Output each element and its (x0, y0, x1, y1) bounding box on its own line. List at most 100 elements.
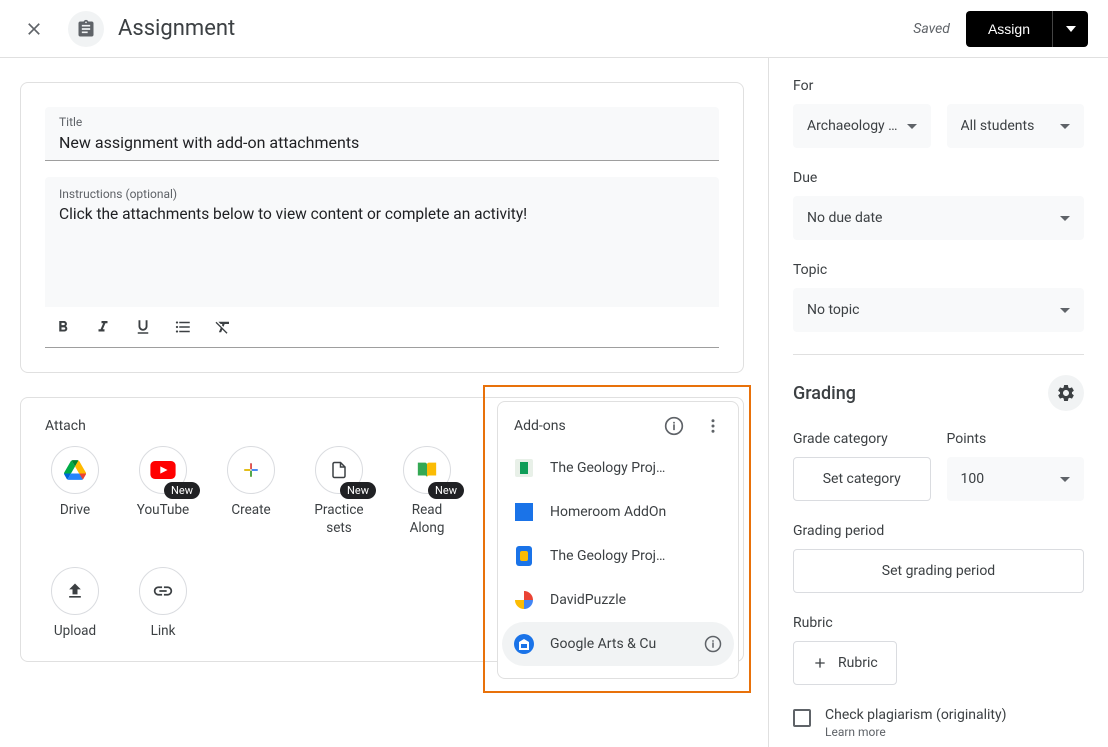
addon-item[interactable]: The Geology Proj… (498, 534, 738, 578)
attach-label: YouTube (137, 502, 189, 520)
sidebar: For Archaeology … All students Due No du… (768, 58, 1108, 747)
plagiarism-checkbox[interactable] (793, 709, 811, 727)
saved-status: Saved (913, 21, 950, 37)
underline-button[interactable] (133, 317, 153, 337)
attach-upload[interactable]: Upload (45, 567, 105, 641)
grade-category-label: Grade category (793, 431, 931, 447)
addon-item[interactable]: Homeroom AddOn (498, 490, 738, 534)
body: Title New assignment with add-on attachm… (0, 58, 1108, 747)
italic-icon (94, 318, 112, 336)
page-title: Assignment (118, 16, 913, 41)
info-icon (704, 635, 722, 653)
close-icon (24, 19, 44, 39)
gear-icon (1056, 383, 1076, 403)
addons-info-button[interactable] (664, 416, 684, 436)
topic-select[interactable]: No topic (793, 288, 1084, 332)
clear-format-icon (214, 318, 232, 336)
addon-icon-arts (514, 634, 534, 654)
rubric-label: Rubric (793, 615, 1084, 631)
rubric-button[interactable]: Rubric (793, 641, 897, 685)
grading-title: Grading (793, 383, 856, 404)
students-select-value: All students (961, 118, 1035, 134)
plagiarism-row: Check plagiarism (originality) Learn mor… (793, 707, 1084, 739)
attach-card: Attach Drive New YouTube (20, 397, 744, 662)
link-icon (152, 585, 174, 597)
bold-icon (54, 318, 72, 336)
underline-icon (134, 318, 152, 336)
set-category-button[interactable]: Set category (793, 457, 931, 501)
upload-icon (65, 581, 85, 601)
attach-label: Drive (60, 502, 90, 520)
addon-item[interactable]: DavidPuzzle (498, 578, 738, 622)
rubric-button-text: Rubric (838, 655, 878, 671)
addon-name: Homeroom AddOn (550, 504, 722, 520)
new-badge: New (164, 482, 200, 499)
bulleted-list-button[interactable] (173, 317, 193, 337)
assignment-icon (68, 11, 104, 47)
close-button[interactable] (20, 15, 48, 43)
addon-name: The Geology Proj… (550, 548, 722, 564)
set-category-text: Set category (823, 471, 901, 487)
attach-label: Read Along (397, 502, 457, 537)
bold-button[interactable] (53, 317, 73, 337)
set-grading-period-button[interactable]: Set grading period (793, 549, 1084, 593)
grading-period-text: Set grading period (882, 563, 995, 579)
attach-label: Upload (54, 623, 96, 641)
attach-practice-sets[interactable]: New Practice sets (309, 446, 369, 537)
attach-create[interactable]: Create (221, 446, 281, 537)
info-icon (664, 416, 684, 436)
learn-more-link[interactable]: Learn more (825, 725, 1006, 739)
practice-sets-icon (330, 459, 348, 481)
addon-name: Google Arts & Cu (550, 636, 688, 652)
class-select-value: Archaeology … (807, 118, 898, 134)
topic-value: No topic (807, 302, 859, 318)
points-select[interactable]: 100 (947, 457, 1085, 501)
caret-down-icon (1060, 477, 1070, 482)
grading-period-label: Grading period (793, 523, 1084, 539)
more-vert-icon (704, 417, 722, 435)
assign-menu-button[interactable] (1052, 11, 1088, 47)
italic-button[interactable] (93, 317, 113, 337)
addons-highlight-box: Add-ons The Geology Proj… (483, 385, 751, 693)
attach-link[interactable]: Link (133, 567, 193, 641)
plagiarism-label: Check plagiarism (originality) (825, 707, 1006, 723)
title-field[interactable]: Title New assignment with add-on attachm… (45, 107, 719, 161)
instructions-field[interactable]: Instructions (optional) Click the attach… (45, 177, 719, 307)
title-value: New assignment with add-on attachments (59, 133, 705, 152)
clear-formatting-button[interactable] (213, 317, 233, 337)
caret-down-icon (1060, 216, 1070, 221)
students-select[interactable]: All students (947, 104, 1085, 148)
attach-grid: Drive New YouTube Create (45, 446, 475, 641)
grading-settings-button[interactable] (1048, 375, 1084, 411)
addons-list[interactable]: The Geology Proj… Homeroom AddOn The Geo… (498, 446, 738, 678)
assign-button[interactable]: Assign (966, 11, 1052, 47)
addon-info-button[interactable] (704, 635, 722, 653)
addons-more-button[interactable] (704, 417, 722, 435)
title-label: Title (59, 115, 705, 129)
new-badge: New (428, 482, 464, 499)
due-date-select[interactable]: No due date (793, 196, 1084, 240)
addon-icon-homeroom (514, 502, 534, 522)
text-format-toolbar (45, 307, 719, 348)
app-header: Assignment Saved Assign (0, 0, 1108, 58)
youtube-icon (150, 461, 176, 479)
attach-youtube[interactable]: New YouTube (133, 446, 193, 537)
addon-name: The Geology Proj… (550, 460, 722, 476)
list-icon (174, 318, 192, 336)
divider (793, 354, 1084, 355)
caret-down-icon (1060, 124, 1070, 129)
attach-label: Create (231, 502, 270, 520)
caret-down-icon (1066, 26, 1076, 32)
attach-label: Practice sets (309, 502, 369, 537)
addon-icon-davidpuzzle (514, 590, 534, 610)
class-select[interactable]: Archaeology … (793, 104, 931, 148)
attach-drive[interactable]: Drive (45, 446, 105, 537)
due-label: Due (793, 170, 1084, 186)
addon-item-hover[interactable]: Google Arts & Cu (502, 622, 734, 666)
addon-item[interactable]: The Geology Proj… (498, 446, 738, 490)
attach-read-along[interactable]: New Read Along (397, 446, 457, 537)
grading-header: Grading (793, 375, 1084, 411)
drive-icon (64, 460, 86, 480)
addons-panel: Add-ons The Geology Proj… (497, 401, 739, 679)
assignment-form-card: Title New assignment with add-on attachm… (20, 82, 744, 373)
